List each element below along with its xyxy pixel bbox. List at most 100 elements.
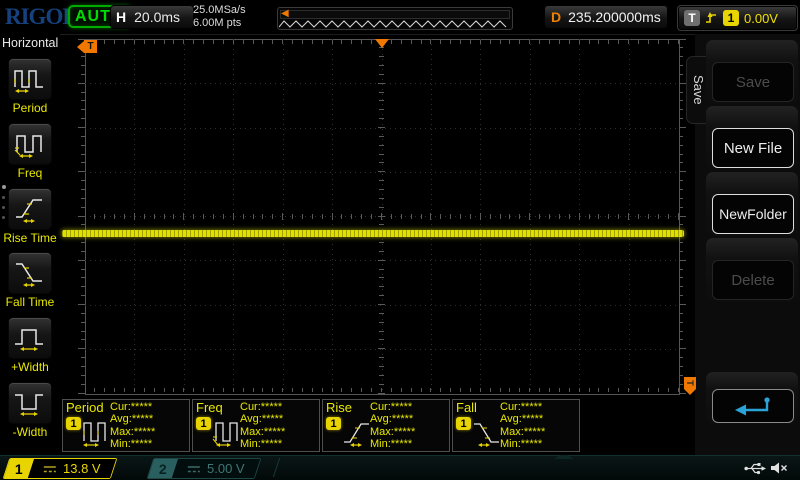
- grid-line: [679, 313, 683, 314]
- save-button[interactable]: Save: [712, 62, 794, 102]
- grid-line: [589, 214, 590, 219]
- new-folder-button[interactable]: NewFolder: [712, 194, 794, 234]
- max-value: *****: [524, 426, 545, 438]
- sample-rate-block: 25.0MSa/s 6.00M pts: [193, 4, 246, 30]
- grid-line: [679, 74, 683, 75]
- cur-value: *****: [391, 401, 412, 413]
- sidebar-item-fall-time[interactable]: Fall Time: [0, 252, 60, 309]
- grid-line: [679, 339, 683, 340]
- cur-value: *****: [131, 401, 152, 413]
- grid-line: [144, 40, 145, 44]
- d-label: D: [551, 9, 561, 25]
- trigger-position-marker-icon[interactable]: [375, 39, 389, 48]
- grid-line: [401, 214, 402, 219]
- delay-box[interactable]: D 235.200000ms: [544, 5, 668, 29]
- channel-status-bar: 1 13.8 V 2 5.00 V: [0, 455, 800, 480]
- sidebar-item-freq[interactable]: Freq: [0, 123, 60, 180]
- grid-line: [480, 213, 481, 220]
- grid-line: [648, 40, 649, 44]
- grid-line: [668, 388, 669, 392]
- t-marker-label: T: [684, 377, 696, 389]
- avg-value: *****: [522, 413, 543, 425]
- grid-line: [292, 214, 293, 219]
- grid-line: [509, 388, 510, 392]
- grid-line: [378, 171, 385, 172]
- channel2-status[interactable]: 2 5.00 V: [147, 458, 261, 479]
- grid-line: [302, 214, 303, 219]
- grid-line: [78, 216, 85, 217]
- grid-line: [213, 388, 214, 392]
- grid-line: [134, 40, 135, 44]
- grid-line: [78, 127, 85, 128]
- cur-value: *****: [521, 401, 542, 413]
- t-marker-label: T: [84, 40, 97, 53]
- period-icon: [13, 65, 47, 93]
- waveform-overview-strip[interactable]: ◀: [277, 7, 513, 30]
- grid-line: [628, 388, 629, 392]
- return-button[interactable]: [712, 389, 794, 423]
- cur-value: *****: [261, 401, 282, 413]
- grid-line: [421, 214, 422, 219]
- grid-line: [81, 339, 85, 340]
- grid-line: [679, 180, 683, 181]
- grid-line: [312, 40, 313, 44]
- grid-line: [638, 214, 639, 219]
- sidebar-item-period[interactable]: Period: [0, 58, 60, 115]
- measurement-panel-freq[interactable]: Freq 1 Cur:***** Avg:***** Max:***** Min…: [192, 399, 320, 452]
- grid-line: [379, 384, 384, 385]
- measurement-panel-period[interactable]: Period 1 Cur:***** Avg:***** Max:***** M…: [62, 399, 190, 452]
- sidebar-item-label: +Width: [0, 360, 60, 374]
- grid-line: [378, 260, 385, 261]
- trigger-position-offscreen-left-marker[interactable]: T: [77, 40, 97, 53]
- trigger-box[interactable]: T 1 0.00V: [677, 5, 798, 31]
- grid-line: [332, 213, 333, 220]
- grid-line: [272, 388, 273, 392]
- max-value: *****: [394, 426, 415, 438]
- grid-line: [351, 388, 352, 392]
- grid-line: [81, 357, 85, 358]
- grid-line: [679, 260, 686, 261]
- grid-line: [679, 331, 683, 332]
- max-label: Max:: [500, 426, 524, 438]
- grid-line: [679, 127, 686, 128]
- grid-line: [243, 388, 244, 392]
- grid-line: [94, 388, 95, 392]
- grid-line: [379, 74, 384, 75]
- grid-line: [679, 100, 683, 101]
- grid-line: [114, 388, 115, 392]
- panel-title: Fall: [456, 400, 477, 415]
- grid-line: [569, 40, 570, 44]
- sidebar-item-label: Period: [0, 101, 60, 115]
- grid-line: [679, 65, 683, 66]
- new-file-button[interactable]: New File: [712, 128, 794, 168]
- grid-line: [411, 40, 412, 44]
- grid-line: [379, 207, 384, 208]
- grid-line: [679, 145, 683, 146]
- grid-line: [81, 277, 85, 278]
- grid-line: [371, 40, 372, 44]
- h-label: H: [116, 9, 126, 25]
- measurement-panel-fall[interactable]: Fall 1 Cur:***** Avg:***** Max:***** Min…: [452, 399, 580, 452]
- channel1-status[interactable]: 1 13.8 V: [3, 458, 117, 479]
- horizontal-timebase-box[interactable]: H 20.0ms: [110, 5, 194, 29]
- grid-line: [81, 56, 85, 57]
- grid-line: [379, 189, 384, 190]
- trigger-level-offscreen-marker[interactable]: T: [684, 377, 696, 395]
- delete-button[interactable]: Delete: [712, 260, 794, 300]
- grid-line: [539, 388, 540, 392]
- speaker-muted-icon: [770, 461, 788, 475]
- grid-line: [401, 40, 402, 44]
- grid-line: [124, 40, 125, 44]
- sidebar-item-rise-time[interactable]: Rise Time: [0, 188, 60, 245]
- grid-line: [124, 388, 125, 392]
- grid-line: [164, 214, 165, 219]
- grid-line: [378, 127, 385, 128]
- max-value: *****: [264, 426, 285, 438]
- grid-line: [450, 40, 451, 44]
- down-arrow-icon: [684, 389, 696, 395]
- sidebar-item-neg-width[interactable]: -Width: [0, 382, 60, 439]
- grid-line: [379, 198, 384, 199]
- sidebar-item-pos-width[interactable]: +Width: [0, 317, 60, 374]
- measurement-panel-rise[interactable]: Rise 1 Cur:***** Avg:***** Max:***** Min…: [322, 399, 450, 452]
- grid-line: [598, 388, 599, 392]
